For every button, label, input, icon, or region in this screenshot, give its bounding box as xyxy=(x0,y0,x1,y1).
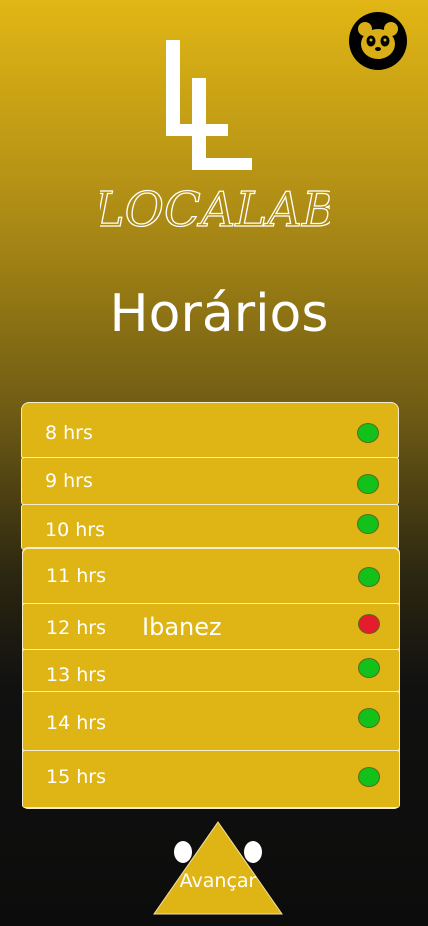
status-available-icon xyxy=(357,514,379,534)
slot-label: 9 hrs xyxy=(45,470,93,492)
app-logo: LOCALAB xyxy=(91,36,338,239)
next-button[interactable]: Avançar xyxy=(152,820,284,916)
triangle-icon xyxy=(153,821,283,915)
status-available-icon xyxy=(358,567,380,587)
panda-icon xyxy=(358,22,398,59)
status-available-icon xyxy=(357,423,379,443)
slot-label: 15 hrs xyxy=(46,766,106,788)
time-slot-10[interactable]: 10 hrs xyxy=(21,504,399,550)
page-title: Horários xyxy=(109,284,329,344)
slot-label: 13 hrs xyxy=(46,664,106,686)
status-available-icon xyxy=(358,767,380,787)
time-slot-9[interactable]: 9 hrs xyxy=(21,457,399,505)
time-slot-13[interactable]: 13 hrs xyxy=(22,649,400,692)
time-slot-12[interactable]: 12 hrs Ibanez xyxy=(22,603,400,650)
status-booked-icon xyxy=(358,614,380,634)
slot-label: 14 hrs xyxy=(46,712,106,734)
slot-label: 10 hrs xyxy=(45,519,105,541)
slot-label: 12 hrs xyxy=(46,617,106,639)
booked-by-name: Ibanez xyxy=(142,613,222,641)
next-button-label: Avançar xyxy=(179,870,257,892)
profile-avatar[interactable] xyxy=(349,12,407,70)
time-slot-15[interactable]: 15 hrs xyxy=(22,750,400,808)
time-slot-8[interactable]: 8 hrs xyxy=(21,402,399,458)
status-available-icon xyxy=(358,708,380,728)
time-slot-11[interactable]: 11 hrs xyxy=(22,548,400,604)
status-available-icon xyxy=(357,474,379,494)
time-slot-14[interactable]: 14 hrs xyxy=(22,691,400,751)
slot-label: 8 hrs xyxy=(45,422,93,444)
status-available-icon xyxy=(358,658,380,678)
slot-label: 11 hrs xyxy=(46,565,106,587)
logo-text: LOCALAB xyxy=(100,182,330,236)
